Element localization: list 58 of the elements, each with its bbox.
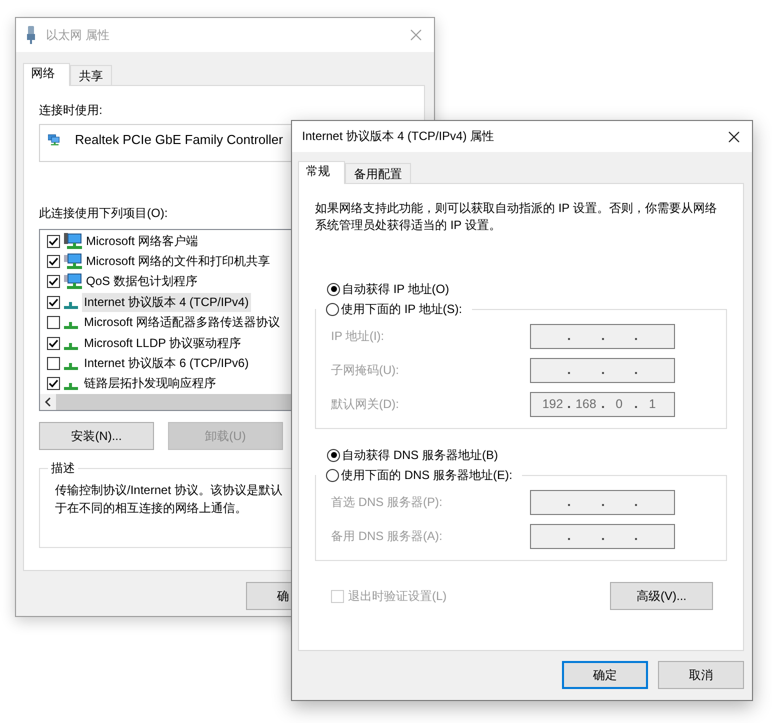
octet-value: 0 [616, 397, 623, 411]
cable-plug-icon [26, 26, 36, 44]
ip-address-field[interactable] [530, 358, 675, 382]
action-button[interactable]: 安装(N)... [39, 422, 154, 450]
list-item[interactable]: 链路层拓扑发现响应程序 [82, 374, 218, 394]
connect-using-label: 连接时使用: [39, 103, 102, 117]
protocol-icon [64, 363, 78, 370]
checkbox[interactable] [47, 296, 60, 309]
checkbox[interactable] [47, 336, 60, 350]
window-title: 以太网 属性 [46, 26, 110, 44]
close-icon[interactable] [728, 130, 740, 142]
computer-icon [64, 232, 82, 250]
checkbox[interactable] [47, 316, 60, 330]
description-text: 于在不同的相互连接的网络上通信。 [55, 500, 247, 517]
adapter-name: Realtek PCIe GbE Family Controller [74, 132, 283, 148]
protocol-icon [64, 342, 78, 350]
list-item[interactable]: Microsoft 网络的文件和打印机共享 [84, 252, 272, 272]
computer-icon [64, 273, 82, 290]
items-label: 此连接使用下列项目(O): [39, 206, 168, 220]
tab[interactable]: 常规 [298, 161, 345, 184]
protocol-icon [64, 302, 78, 309]
checkbox[interactable] [47, 255, 60, 268]
list-item[interactable]: Microsoft LLDP 协议驱动程序 [82, 334, 244, 353]
description-text: 传输控制协议/Internet 协议。该协议是默认 [55, 482, 282, 499]
tab[interactable]: 网络 [23, 63, 70, 86]
checkbox[interactable] [47, 377, 60, 390]
list-item[interactable]: Internet 协议版本 6 (TCP/IPv6) [82, 354, 251, 374]
checkbox[interactable] [47, 275, 60, 288]
field-label: 默认网关(D): [331, 396, 399, 412]
dialog-button[interactable]: 确定 [562, 661, 648, 689]
checkbox[interactable] [47, 234, 60, 248]
window-title: Internet 协议版本 4 (TCP/IPv4) 属性 [302, 128, 496, 145]
list-item[interactable]: Microsoft 网络客户端 [84, 232, 200, 251]
protocol-icon [64, 383, 78, 390]
octet-value: 1 [648, 397, 656, 411]
ip-address-field[interactable] [530, 524, 675, 548]
field-label: 子网掩码(U): [331, 362, 399, 378]
tab[interactable]: 备用配置 [345, 163, 411, 183]
checkbox[interactable] [47, 357, 60, 370]
horizontal-scrollbar[interactable] [40, 394, 291, 410]
group-title: 描述 [50, 460, 76, 477]
list-item[interactable]: Microsoft 网络适配器多路传送器协议 [82, 313, 282, 332]
intro-text: 如果网络支持此功能，则可以获取自动指派的 IP 设置。否则，你需要从网络系统管理员处获得适当的 IP 设置。 [315, 200, 718, 234]
scroll-left-icon[interactable] [44, 397, 52, 408]
octet-value: 168 [575, 397, 596, 411]
protocol-icon [64, 322, 78, 330]
advanced-button[interactable]: 高级(V)... [610, 582, 713, 610]
octet-value: 192 [542, 397, 564, 411]
list-item[interactable]: QoS 数据包计划程序 [84, 272, 200, 292]
ip-address-field[interactable] [530, 324, 675, 348]
tab[interactable]: 共享 [70, 65, 112, 85]
field-label: 备用 DNS 服务器(A): [331, 528, 442, 544]
dialog-button[interactable]: 取消 [658, 661, 744, 689]
ip-address-field[interactable] [530, 490, 675, 514]
field-label: IP 地址(I): [331, 328, 384, 344]
list-item[interactable]: Internet 协议版本 4 (TCP/IPv4) [82, 292, 251, 312]
computer-icon [64, 253, 82, 270]
field-label: 首选 DNS 服务器(P): [331, 494, 442, 510]
